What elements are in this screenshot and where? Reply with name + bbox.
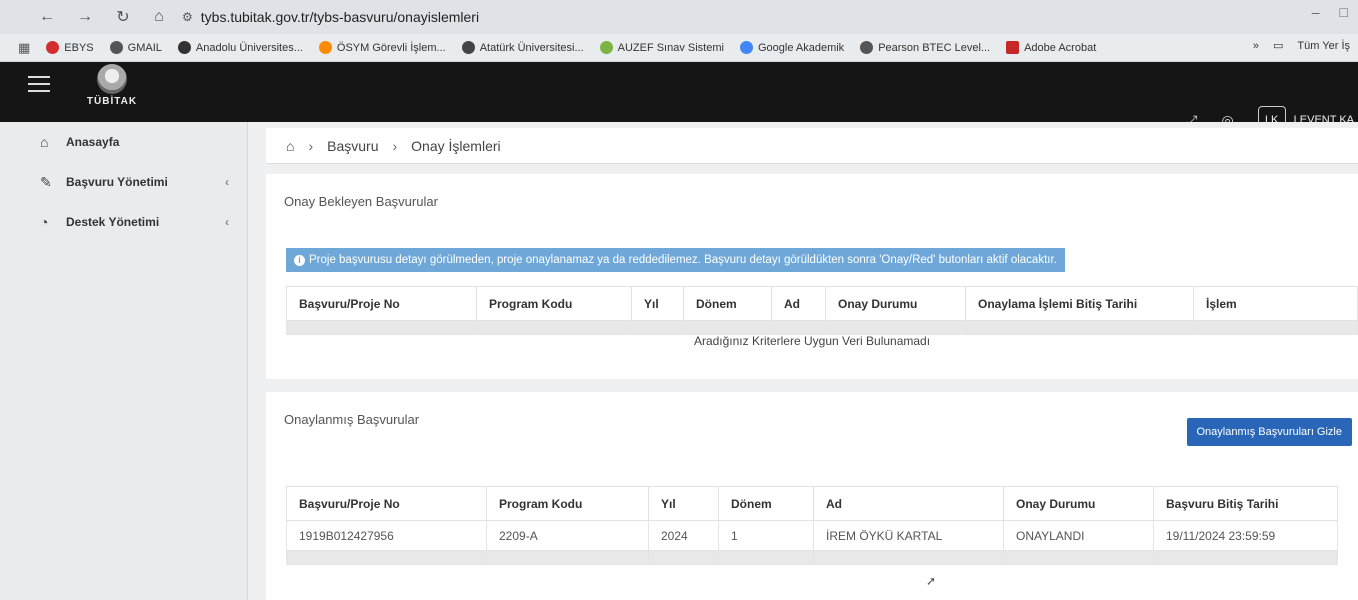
chevron-right-icon: › — [392, 137, 398, 154]
maximize-icon[interactable]: □ — [1340, 4, 1348, 20]
bookmark-7[interactable]: Pearson BTEC Level... — [860, 41, 990, 54]
table-footer-row — [286, 550, 1338, 565]
column-header[interactable]: Dönem — [683, 286, 772, 321]
column-header[interactable]: Ad — [813, 486, 1004, 521]
pending-table: Başvuru/Proje No Program Kodu Yıl Dönem … — [286, 286, 1358, 335]
column-header[interactable]: Dönem — [718, 486, 814, 521]
column-header[interactable]: Başvuru/Proje No — [286, 286, 477, 321]
info-icon: i — [294, 254, 305, 266]
column-header[interactable]: Onay Durumu — [825, 286, 966, 321]
pending-applications-panel: Onay Bekleyen Başvurular i Proje başvuru… — [266, 174, 1358, 379]
bookmark-8[interactable]: Adobe Acrobat — [1006, 41, 1096, 54]
info-alert: i Proje başvurusu detayı görülmeden, pro… — [286, 248, 1065, 272]
tubitak-logo[interactable]: TÜBİTAK — [82, 62, 142, 114]
column-header[interactable]: Onay Durumu — [1003, 486, 1154, 521]
bookmark-icon — [599, 41, 613, 54]
column-header[interactable]: Onaylama İşlemi Bitiş Tarihi — [965, 286, 1194, 321]
panel-title: Onay Bekleyen Başvurular — [284, 194, 438, 209]
sidebar-item-label: Başvuru Yönetimi — [66, 175, 168, 189]
folder-icon: ▭ — [1273, 40, 1284, 52]
sidebar-item-label: Destek Yönetimi — [66, 215, 160, 229]
bookmark-1[interactable]: GMAIL — [109, 41, 162, 54]
mouse-cursor-icon: ➚ — [926, 574, 937, 588]
breadcrumb-item-onay-islemleri: Onay İşlemleri — [411, 137, 501, 154]
sidebar-item-label: Anasayfa — [66, 135, 120, 149]
main-content: ⌂ › Başvuru › Onay İşlemleri Onay Bekley… — [248, 122, 1358, 600]
home-icon[interactable]: ⌂ — [146, 4, 172, 30]
bookmark-3[interactable]: ÖSYM Görevli İşlem... — [318, 41, 446, 54]
table-cell: 1 — [718, 520, 814, 551]
bookmark-icon — [739, 41, 753, 54]
breadcrumb: ⌂ › Başvuru › Onay İşlemleri — [266, 128, 1358, 164]
panel-title: Onaylanmış Başvurular — [284, 412, 420, 427]
column-header[interactable]: İşlem — [1193, 286, 1358, 321]
bookmark-icon — [461, 41, 475, 54]
logo-text: TÜBİTAK — [86, 96, 138, 107]
column-header[interactable]: Yıl — [631, 286, 684, 321]
bookmark-icon — [318, 41, 332, 54]
minimize-icon[interactable]: – — [1312, 4, 1320, 20]
column-header[interactable]: Program Kodu — [486, 486, 649, 521]
forward-icon[interactable]: → — [72, 4, 98, 30]
table-cell: ONAYLANDI — [1003, 520, 1154, 551]
info-alert-text: Proje başvurusu detayı görülmeden, proje… — [309, 254, 1057, 266]
home-icon: ⌂ — [40, 134, 49, 150]
bookmark-icon — [177, 41, 191, 54]
table-cell: 1919B012427956 — [286, 520, 487, 551]
logo-mark — [97, 64, 127, 94]
column-header[interactable]: Yıl — [648, 486, 719, 521]
sidebar-item-destek-yonetimi[interactable]: ◔ Destek Yönetimi ‹ — [0, 202, 247, 242]
filter-row — [286, 320, 1358, 335]
browser-toolbar: ← → ↻ ⌂ ⚙ tybs.tubitak.gov.tr/tybs-basvu… — [0, 0, 1358, 34]
site-info-icon[interactable]: ⚙ — [182, 10, 193, 24]
bookmark-4[interactable]: Atatürk Üniversitesi... — [461, 41, 584, 54]
menu-icon[interactable] — [28, 76, 50, 92]
apps-grid-icon[interactable]: ▦ — [18, 40, 30, 56]
approved-applications-panel: Onaylanmış Başvurular Onaylanmış Başvuru… — [266, 392, 1358, 600]
chevron-right-icon: › — [308, 137, 314, 154]
chevron-left-icon: ‹ — [225, 215, 229, 229]
column-header[interactable]: Program Kodu — [476, 286, 632, 321]
bookmark-icon — [46, 41, 60, 54]
reload-icon[interactable]: ↻ — [110, 4, 136, 30]
more-bookmarks-icon[interactable]: » — [1253, 40, 1259, 52]
bookmarks-right: » ▭ Tüm Yer İş — [1253, 39, 1350, 53]
table-row[interactable]: 1919B012427956 2209-A 2024 1 İREM ÖYKÜ K… — [286, 520, 1338, 551]
sidebar-item-anasayfa[interactable]: ⌂ Anasayfa — [0, 122, 247, 162]
window-controls: – □ — [1312, 4, 1348, 20]
table-cell: 2024 — [648, 520, 719, 551]
back-icon[interactable]: ← — [34, 4, 60, 30]
column-header[interactable]: Ad — [771, 286, 826, 321]
home-icon[interactable]: ⌂ — [286, 138, 294, 154]
table-cell: 2209-A — [486, 520, 649, 551]
bookmark-icon — [109, 41, 123, 54]
url-text[interactable]: tybs.tubitak.gov.tr/tybs-basvuru/onayisl… — [201, 9, 479, 25]
pie-chart-icon: ◔ — [40, 214, 49, 230]
sidebar: ⌂ Anasayfa ✎ Başvuru Yönetimi ‹ ◔ Destek… — [0, 122, 248, 600]
bookmark-6[interactable]: Google Akademik — [739, 41, 844, 54]
bookmark-icon — [860, 41, 874, 54]
column-header[interactable]: Başvuru/Proje No — [286, 486, 487, 521]
pencil-icon: ✎ — [40, 174, 52, 190]
breadcrumb-item-basvuru[interactable]: Başvuru — [327, 138, 378, 154]
table-cell: 19/11/2024 23:59:59 — [1153, 520, 1338, 551]
bookmark-0[interactable]: EBYS — [46, 41, 94, 54]
bookmark-5[interactable]: AUZEF Sınav Sistemi — [599, 41, 724, 54]
bookmarks-bar: ▦ EBYS GMAIL Anadolu Üniversites... ÖSYM… — [0, 34, 1358, 62]
bookmark-2[interactable]: Anadolu Üniversites... — [177, 41, 303, 54]
all-bookmarks-label[interactable]: Tüm Yer İş — [1297, 40, 1350, 52]
hide-approved-button[interactable]: Onaylanmış Başvuruları Gizle — [1186, 418, 1352, 446]
table-cell: İREM ÖYKÜ KARTAL — [813, 520, 1004, 551]
chevron-left-icon: ‹ — [225, 175, 229, 189]
address-bar[interactable]: ⚙ tybs.tubitak.gov.tr/tybs-basvuru/onayi… — [182, 4, 479, 30]
approved-table: Başvuru/Proje No Program Kodu Yıl Dönem … — [286, 486, 1338, 565]
empty-message: Aradığınız Kriterlere Uygun Veri Bulunam… — [693, 334, 931, 348]
column-header[interactable]: Başvuru Bitiş Tarihi — [1153, 486, 1338, 521]
sidebar-item-basvuru-yonetimi[interactable]: ✎ Başvuru Yönetimi ‹ — [0, 162, 247, 202]
bookmark-icon — [1006, 41, 1020, 54]
